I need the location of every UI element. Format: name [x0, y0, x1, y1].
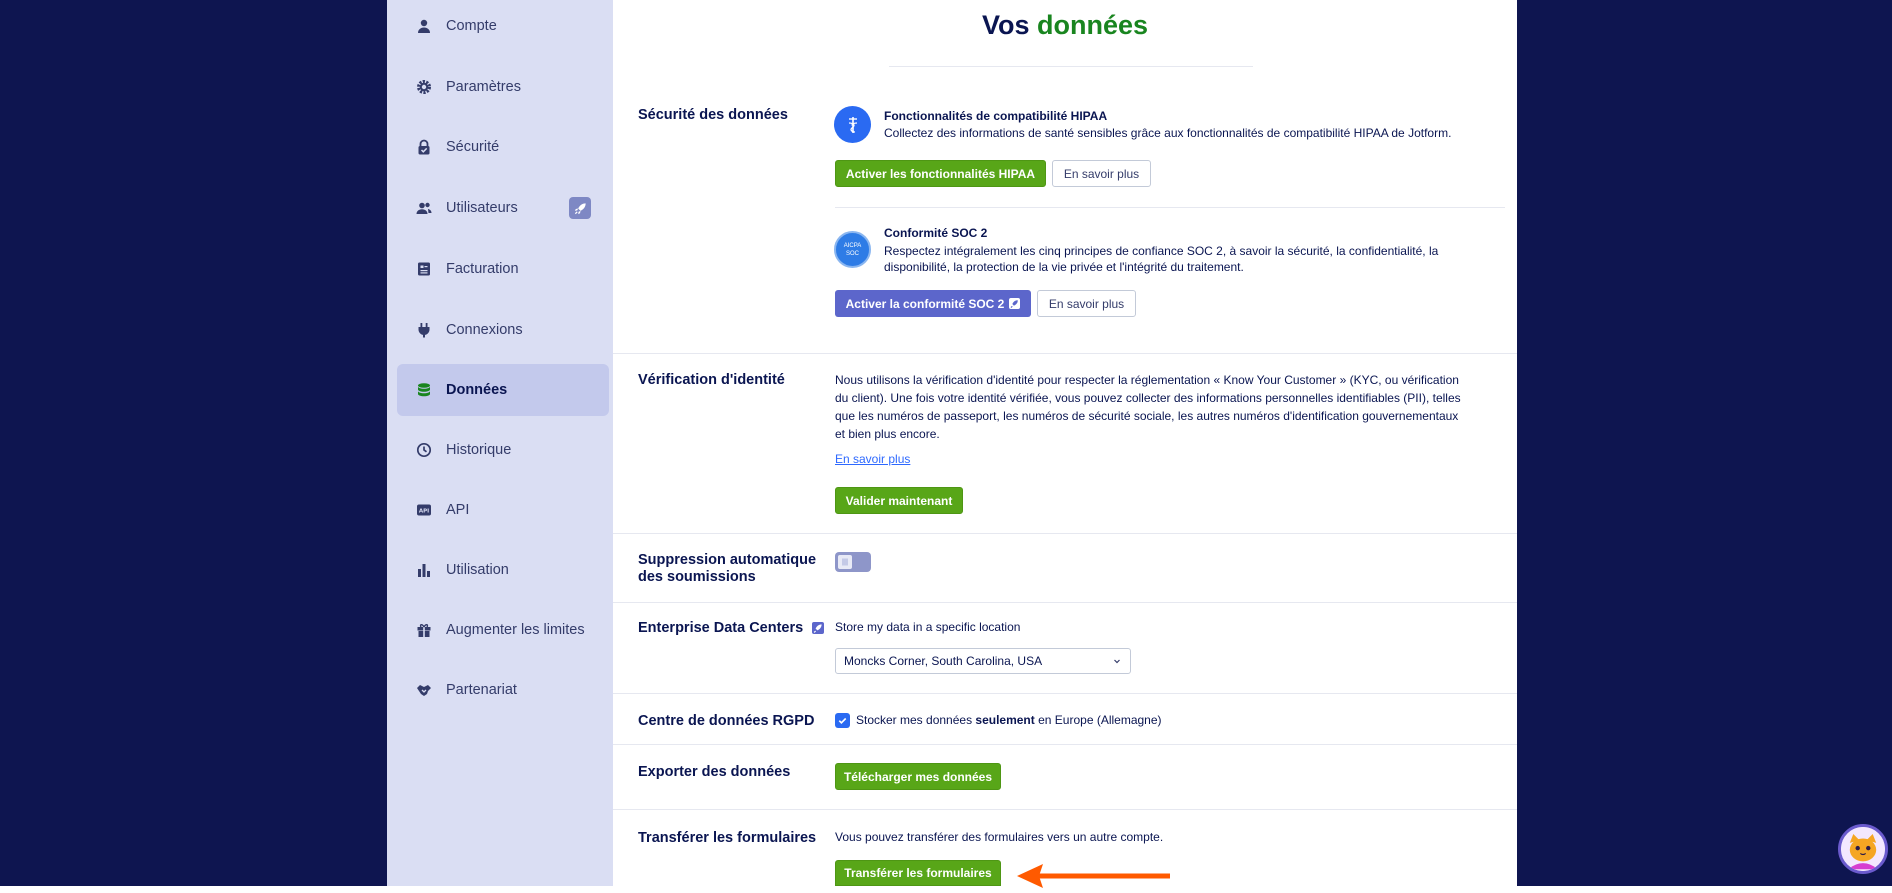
feature-divider	[835, 207, 1505, 208]
hipaa-title: Fonctionnalités de compatibilité HIPAA	[884, 109, 1108, 123]
soc2-badge-icon: AICPA SOC	[834, 231, 871, 268]
soc2-title: Conformité SOC 2	[884, 226, 988, 240]
download-data-button[interactable]: Télécharger mes données	[835, 763, 1001, 790]
enterprise-badge-icon	[812, 622, 825, 635]
hipaa-description: Collectez des informations de santé sens…	[884, 126, 1452, 140]
invoice-icon	[415, 260, 433, 278]
section-divider	[613, 602, 1517, 603]
validate-now-button[interactable]: Valider maintenant	[835, 487, 963, 514]
sidebar-item-securite[interactable]: Sécurité	[397, 121, 609, 173]
identity-description-line3: que les numéros de passeport, les numéro…	[835, 409, 1459, 423]
section-label-identity: Vérification d'identité	[638, 372, 785, 388]
sidebar-item-label: Compte	[446, 18, 497, 34]
sidebar-item-label: Facturation	[446, 261, 519, 277]
identity-description-line4: et bien plus encore.	[835, 427, 940, 441]
section-label-export: Exporter des données	[638, 764, 791, 780]
sidebar-item-label: Partenariat	[446, 682, 517, 698]
sidebar-item-donnees[interactable]: Données	[397, 364, 609, 416]
cat-avatar-icon	[1841, 827, 1885, 871]
sidebar-item-label: Connexions	[446, 322, 523, 338]
rocket-icon	[569, 197, 591, 219]
sidebar-item-augmenter-les-limites[interactable]: Augmenter les limites	[397, 604, 609, 656]
identity-description-line1: Nous utilisons la vérification d'identit…	[835, 373, 1459, 387]
enable-soc2-button[interactable]: Activer la conformité SOC 2	[835, 290, 1031, 317]
sidebar-item-compte[interactable]: Compte	[397, 0, 609, 52]
sidebar-item-api[interactable]: API API	[397, 484, 609, 536]
sidebar-item-parametres[interactable]: Paramètres	[397, 61, 609, 113]
clock-icon	[415, 441, 433, 459]
identity-description-line2: du client). Une fois votre identité véri…	[835, 391, 1461, 405]
sidebar-item-label: Paramètres	[446, 79, 521, 95]
sidebar-item-label: Augmenter les limites	[446, 622, 585, 638]
transfer-description: Vous pouvez transférer des formulaires v…	[835, 830, 1164, 844]
section-divider	[613, 744, 1517, 745]
enable-hipaa-button[interactable]: Activer les fonctionnalités HIPAA	[835, 160, 1046, 187]
hipaa-learn-more-button[interactable]: En savoir plus	[1052, 160, 1151, 187]
title-divider	[889, 66, 1253, 67]
section-label-transfer: Transférer les formulaires	[638, 830, 817, 846]
gdpr-checkbox[interactable]	[835, 713, 850, 728]
section-divider	[613, 533, 1517, 534]
user-icon	[415, 17, 433, 35]
hipaa-medical-icon	[834, 106, 871, 143]
auto-delete-toggle[interactable]	[835, 552, 871, 572]
sidebar-item-connexions[interactable]: Connexions	[397, 304, 609, 356]
identity-learn-more-link[interactable]: En savoir plus	[835, 452, 910, 466]
data-center-location-select[interactable]: Moncks Corner, South Carolina, USA	[835, 648, 1131, 674]
sidebar-item-historique[interactable]: Historique	[397, 424, 609, 476]
soc2-learn-more-button[interactable]: En savoir plus	[1037, 290, 1136, 317]
gift-icon	[415, 621, 433, 639]
handshake-icon	[415, 681, 433, 699]
transfer-forms-button[interactable]: Transférer les formulaires	[835, 860, 1001, 886]
users-icon	[415, 199, 433, 217]
data-centers-description: Store my data in a specific location	[835, 620, 1021, 634]
sidebar-item-label: Utilisateurs	[446, 200, 518, 216]
gear-icon	[415, 78, 433, 96]
sidebar-item-label: Données	[446, 382, 508, 398]
check-icon	[838, 717, 847, 724]
chevron-down-icon	[1112, 655, 1122, 669]
bar-chart-icon	[415, 561, 433, 579]
sidebar-item-label: API	[446, 502, 470, 518]
ai-assistant-avatar[interactable]	[1838, 824, 1888, 874]
sidebar: Compte Paramètres Sécurité Utilisateurs …	[387, 0, 613, 886]
main-content: Vos données Sécurité des données Fonctio…	[613, 0, 1517, 886]
page-title: Vos données	[981, 10, 1149, 40]
section-label-gdpr: Centre de données RGPD	[638, 713, 815, 729]
sidebar-item-label: Sécurité	[446, 139, 500, 155]
gdpr-checkbox-label: Stocker mes données seulement en Europe …	[856, 713, 1162, 727]
section-label-auto-delete: Suppression automatique des soumissions	[638, 552, 817, 585]
sidebar-item-label: Utilisation	[446, 562, 509, 578]
sidebar-item-partenariat[interactable]: Partenariat	[397, 664, 609, 716]
lock-icon	[415, 138, 433, 156]
section-divider	[613, 693, 1517, 694]
section-divider	[613, 353, 1517, 354]
sidebar-item-facturation[interactable]: Facturation	[397, 243, 609, 295]
plug-icon	[415, 321, 433, 339]
toggle-knob	[838, 555, 852, 569]
enterprise-badge-icon	[1009, 298, 1021, 309]
api-icon: API	[415, 501, 433, 519]
section-label-data-centers: Enterprise Data Centers	[638, 620, 825, 637]
sidebar-item-utilisation[interactable]: Utilisation	[397, 544, 609, 596]
annotation-arrow-icon	[1017, 864, 1170, 888]
svg-text:API: API	[419, 509, 429, 515]
sidebar-item-label: Historique	[446, 442, 512, 458]
section-divider	[613, 809, 1517, 810]
database-icon	[415, 381, 433, 399]
section-label-security: Sécurité des données	[638, 107, 788, 123]
soc2-description-line2: disponibilité, la protection de la vie p…	[884, 260, 1244, 274]
bottom-strip	[0, 886, 1892, 893]
